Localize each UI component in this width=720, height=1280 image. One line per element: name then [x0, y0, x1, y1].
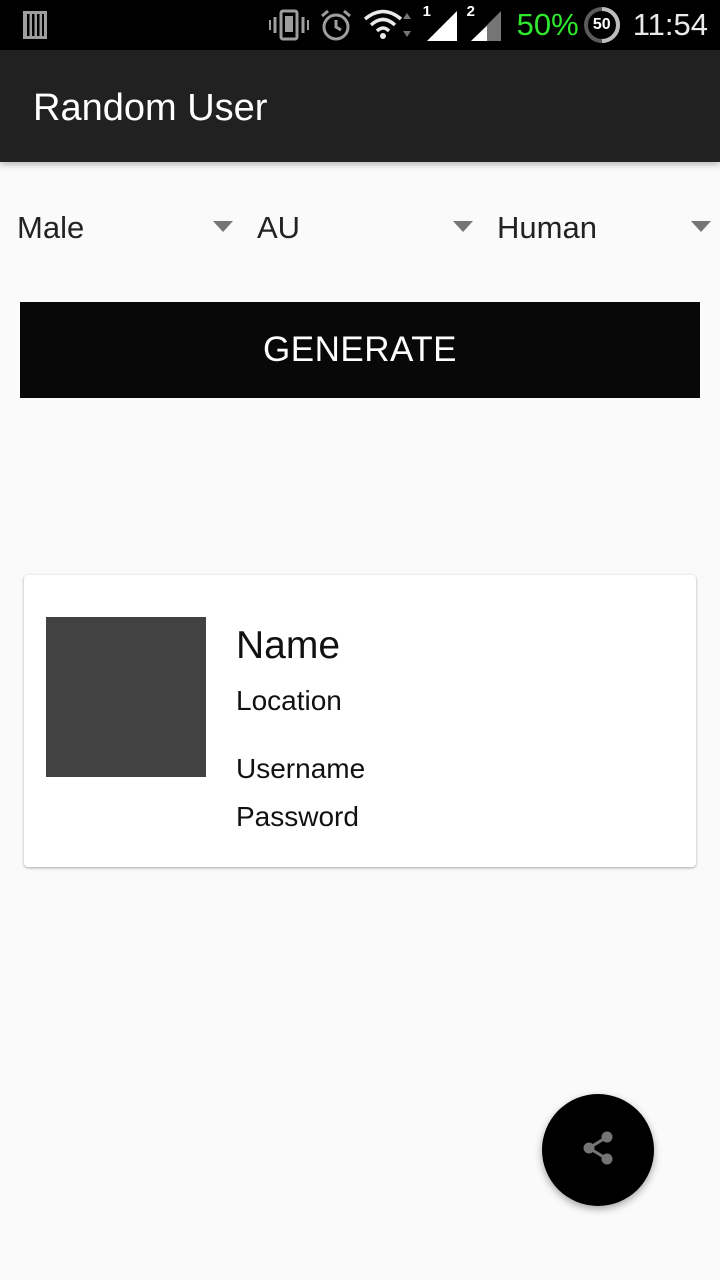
user-password: Password [236, 801, 359, 832]
nationality-selected-value: AU [257, 210, 301, 245]
app-screen: 1 2 50% 50 11:54 Random User Male AU Hum… [0, 0, 720, 1280]
status-icons: 1 2 50% 50 11:54 [259, 0, 708, 50]
avatar [46, 617, 206, 777]
vibrate-icon [268, 8, 309, 42]
battery-badge: 50 [592, 16, 611, 33]
user-username: Username [236, 753, 366, 784]
nationality-spinner[interactable]: AU [257, 202, 477, 254]
status-bar: 1 2 50% 50 11:54 [0, 0, 720, 50]
user-name: Name [236, 624, 341, 667]
type-selected-value: Human [497, 210, 597, 245]
sim2-label: 2 [466, 3, 476, 20]
battery-percent: 50% [516, 7, 579, 42]
page-title: Random User [33, 87, 268, 129]
clock: 11:54 [632, 7, 708, 42]
user-location: Location [236, 685, 342, 716]
generate-button[interactable]: GENERATE [20, 302, 700, 398]
dropdown-arrow-icon [691, 221, 711, 232]
sim1-label: 1 [422, 3, 432, 20]
battery-saver-icon: 50 [583, 6, 621, 44]
share-icon [578, 1128, 618, 1173]
dropdown-arrow-icon [453, 221, 473, 232]
gender-selected-value: Male [17, 210, 85, 245]
sim-card-icon [22, 10, 48, 45]
wifi-icon [363, 8, 415, 42]
alarm-icon [319, 8, 353, 42]
app-toolbar: Random User [0, 50, 720, 162]
user-card: Name Location Username Password [24, 575, 696, 867]
share-fab[interactable] [542, 1094, 654, 1206]
dropdown-arrow-icon [213, 221, 233, 232]
gender-spinner[interactable]: Male [17, 202, 237, 254]
signal-sim1-icon: 1 [423, 3, 459, 43]
signal-sim2-icon: 2 [467, 3, 503, 43]
type-spinner[interactable]: Human [497, 202, 715, 254]
